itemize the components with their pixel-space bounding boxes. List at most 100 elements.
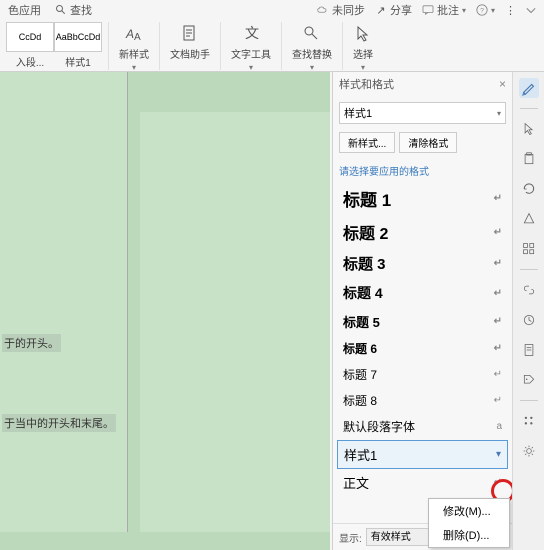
context-modify[interactable]: 修改(M)...	[429, 499, 509, 523]
doc-page-2[interactable]	[140, 112, 330, 532]
context-delete[interactable]: 删除(D)...	[429, 523, 509, 547]
top-bar: 色应用 查找 未同步 ↗ 分享 批注 ▾ ?	[0, 0, 544, 20]
style-item-label: 标题 3	[343, 253, 386, 274]
style-item-5[interactable]: 标题 6 ↵	[337, 336, 508, 362]
sidebar-settings-icon[interactable]	[519, 441, 539, 461]
new-style-button[interactable]: AA 新样式▾	[115, 22, 153, 74]
doc-text-2: 于当中的开头和末尾。	[2, 414, 116, 432]
comment-icon	[422, 4, 434, 16]
find-replace-button[interactable]: 查找替换▾	[288, 22, 336, 74]
sidebar-clipboard-icon[interactable]	[519, 149, 539, 169]
doc-helper-icon	[180, 24, 200, 44]
style-item-label: 正文	[343, 473, 369, 492]
style-item-label: 默认段落字体	[343, 418, 415, 435]
doc-page-1[interactable]	[0, 72, 128, 532]
style-item-label: 样式1	[344, 445, 377, 464]
document-area: 于的开头。 于当中的开头和末尾。	[0, 72, 330, 550]
style-sample-2[interactable]: AaBbCcDd	[54, 22, 102, 52]
clear-format-button[interactable]: 清除格式	[399, 132, 457, 153]
find-button[interactable]: 查找	[55, 2, 92, 18]
app-label: 色应用	[8, 2, 41, 18]
sidebar-refresh-icon[interactable]	[519, 179, 539, 199]
svg-text:文: 文	[245, 25, 259, 41]
chevron-down-icon: ▾	[462, 6, 466, 15]
new-style-panel-button[interactable]: 新样式...	[339, 132, 395, 153]
style-item-label: 标题 1	[343, 186, 391, 211]
style-item-label: 标题 2	[343, 220, 388, 244]
doc-helper-button[interactable]: 文档助手	[166, 22, 214, 63]
sidebar-link-icon[interactable]	[519, 280, 539, 300]
style-sample-1-label: 入段...	[6, 54, 54, 69]
cursor-icon	[353, 24, 373, 44]
panel-title: 样式和格式	[339, 76, 394, 92]
chevron-down-icon: ▾	[491, 6, 495, 15]
style-item-7[interactable]: 标题 8 ↵	[337, 388, 508, 414]
more-button[interactable]: ⋮	[505, 4, 516, 17]
style-item-4[interactable]: 标题 5 ↵	[337, 308, 508, 336]
sidebar-tag-icon[interactable]	[519, 370, 539, 390]
style-item-3[interactable]: 标题 4 ↵	[337, 279, 508, 308]
footer-label: 显示:	[339, 530, 362, 545]
svg-text:A: A	[134, 32, 141, 43]
paragraph-mark-icon: ↵	[494, 258, 502, 269]
text-tools-icon: 文	[241, 24, 261, 44]
search-icon	[55, 4, 67, 16]
help-icon: ?	[476, 4, 488, 16]
style-item-label: 标题 6	[343, 340, 377, 357]
collapse-button[interactable]	[526, 5, 536, 15]
text-tools-button[interactable]: 文 文字工具▾	[227, 22, 275, 74]
dropdown-arrow-icon[interactable]: ▾	[496, 449, 501, 460]
current-style-select[interactable]: 样式1 ▾	[339, 102, 506, 124]
svg-text:A: A	[125, 27, 134, 41]
select-button[interactable]: 选择▾	[349, 22, 377, 74]
doc-text-1: 于的开头。	[2, 334, 61, 352]
paragraph-mark-icon: ↵	[494, 395, 502, 406]
paragraph-mark-icon: ↵	[494, 369, 502, 380]
style-item-10[interactable]: 正文 ↵	[337, 469, 508, 497]
paragraph-mark-icon: ↵	[494, 343, 502, 354]
paragraph-mark-icon: ↵	[494, 316, 502, 327]
paragraph-mark-icon: ↵	[494, 227, 502, 238]
sidebar-apps-icon[interactable]	[519, 411, 539, 431]
find-label: 查找	[70, 2, 92, 18]
style-item-9[interactable]: 样式1 ▾	[337, 440, 508, 469]
comment-button[interactable]: 批注 ▾	[422, 2, 466, 18]
help-button[interactable]: ? ▾	[476, 4, 495, 16]
style-item-label: 标题 8	[343, 392, 377, 409]
style-item-8[interactable]: 默认段落字体 a	[337, 414, 508, 440]
cloud-icon	[317, 4, 329, 16]
share-button[interactable]: ↗ 分享	[375, 2, 412, 18]
context-menu: 修改(M)... 删除(D)...	[428, 498, 510, 548]
sidebar-grid-icon[interactable]	[519, 239, 539, 259]
chevron-down-icon: ▾	[497, 109, 501, 118]
style-item-2[interactable]: 标题 3 ↵	[337, 249, 508, 279]
sidebar-doc-icon[interactable]	[519, 340, 539, 360]
sidebar-styles-icon[interactable]	[519, 78, 539, 98]
find-replace-icon	[302, 24, 322, 44]
style-mark: a	[496, 421, 502, 432]
right-sidebar	[512, 72, 544, 550]
paragraph-mark-icon: ↵	[494, 477, 502, 488]
style-list: 标题 1 ↵ 标题 2 ↵ 标题 3 ↵ 标题 4 ↵ 标题 5 ↵ 标题 6 ↵ 标题 7 ↵ 标题 8 ↵…	[337, 182, 508, 523]
style-item-label: 标题 7	[343, 366, 377, 383]
style-item-label: 标题 4	[343, 283, 383, 303]
style-item-0[interactable]: 标题 1 ↵	[337, 182, 508, 216]
styles-panel: 样式和格式 × 样式1 ▾ 新样式... 清除格式 请选择要应用的格式 标题 1…	[332, 72, 512, 550]
sync-status[interactable]: 未同步	[317, 2, 365, 18]
style-sample-2-label: 样式1	[54, 54, 102, 69]
share-icon: ↗	[375, 4, 387, 16]
paragraph-mark-icon: ↵	[494, 288, 502, 299]
style-item-6[interactable]: 标题 7 ↵	[337, 362, 508, 388]
style-gallery-group: CcDd AaBbCcDd 入段... 样式1	[0, 22, 109, 70]
panel-close-button[interactable]: ×	[499, 77, 506, 91]
style-item-1[interactable]: 标题 2 ↵	[337, 216, 508, 249]
style-item-label: 标题 5	[343, 312, 380, 331]
svg-text:?: ?	[480, 8, 484, 15]
paragraph-mark-icon: ↵	[494, 193, 502, 204]
sidebar-shape-icon[interactable]	[519, 209, 539, 229]
panel-hint: 请选择要应用的格式	[339, 163, 506, 178]
style-sample-1[interactable]: CcDd	[6, 22, 54, 52]
new-style-icon: AA	[124, 24, 144, 44]
sidebar-clock-icon[interactable]	[519, 310, 539, 330]
sidebar-select-icon[interactable]	[519, 119, 539, 139]
